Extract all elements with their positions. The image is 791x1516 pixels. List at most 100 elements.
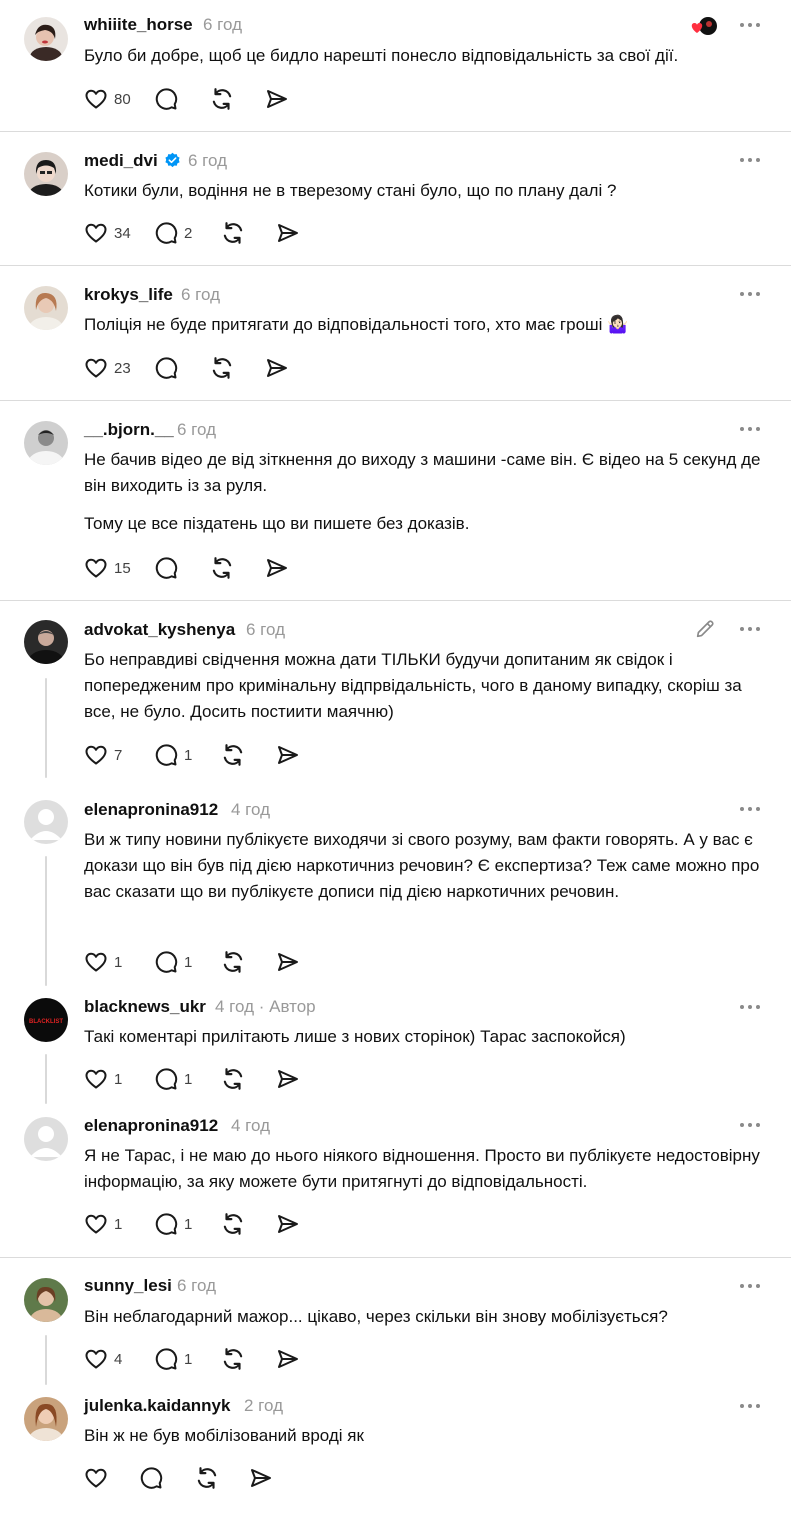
timestamp[interactable]: 6 год xyxy=(203,15,242,35)
avatar[interactable] xyxy=(24,800,68,844)
more-options-icon[interactable] xyxy=(738,1282,762,1290)
heart-icon xyxy=(85,745,107,765)
username[interactable]: blacknews_ukr xyxy=(84,997,206,1017)
share-button[interactable] xyxy=(276,1067,300,1091)
reply-button[interactable]: 1 xyxy=(154,1067,220,1091)
repost-button[interactable] xyxy=(220,1066,276,1092)
repost-button[interactable] xyxy=(220,742,276,768)
more-options-icon[interactable] xyxy=(738,1003,762,1011)
reply-button[interactable]: 2 xyxy=(154,221,220,245)
reply-button[interactable] xyxy=(154,87,209,111)
avatar[interactable] xyxy=(24,1397,68,1441)
more-options-icon[interactable] xyxy=(738,1121,762,1129)
timestamp[interactable]: 4 год xyxy=(231,1116,270,1136)
like-button[interactable]: 1 xyxy=(84,1212,154,1236)
repost-button[interactable] xyxy=(209,86,265,112)
send-icon xyxy=(278,1350,298,1368)
timestamp[interactable]: 6 год xyxy=(188,151,227,171)
avatar[interactable] xyxy=(24,620,68,664)
username[interactable]: elenapronina912 xyxy=(84,800,218,820)
share-button[interactable] xyxy=(276,743,300,767)
avatar[interactable] xyxy=(24,421,68,465)
timestamp[interactable]: 4 год xyxy=(231,800,270,820)
username[interactable]: advokat_kyshenya xyxy=(84,620,235,640)
action-bar: 7 1 xyxy=(84,741,300,769)
heart-icon xyxy=(85,223,107,243)
avatar[interactable] xyxy=(24,1117,68,1161)
like-button[interactable]: 1 xyxy=(84,1067,154,1091)
avatar[interactable] xyxy=(24,1278,68,1322)
username[interactable]: whiiite_horse xyxy=(84,15,193,35)
avatar[interactable] xyxy=(24,152,68,196)
repost-button[interactable] xyxy=(220,1346,276,1372)
repost-button[interactable] xyxy=(220,1211,276,1237)
comment-item: BLACKLIST blacknews_ukr 4 год · Автор Та… xyxy=(0,986,791,1104)
like-button[interactable] xyxy=(84,1466,139,1490)
share-button[interactable] xyxy=(265,556,289,580)
action-bar: 1 1 xyxy=(84,1210,300,1238)
share-button[interactable] xyxy=(276,1347,300,1371)
more-options-icon[interactable] xyxy=(738,425,762,433)
more-options-icon[interactable] xyxy=(738,805,762,813)
repost-button[interactable] xyxy=(220,949,276,975)
like-button[interactable]: 23 xyxy=(84,356,154,380)
repost-icon xyxy=(223,1213,243,1235)
action-bar: 1 1 xyxy=(84,1065,300,1093)
username[interactable]: julenka.kaidannyk xyxy=(84,1396,230,1416)
more-options-icon[interactable] xyxy=(738,290,762,298)
reply-button[interactable]: 1 xyxy=(154,950,220,974)
reply-button[interactable]: 1 xyxy=(154,1347,220,1371)
share-button[interactable] xyxy=(265,356,289,380)
like-button[interactable]: 7 xyxy=(84,743,154,767)
timestamp[interactable]: 6 год xyxy=(246,620,285,640)
repost-icon xyxy=(212,557,232,579)
timestamp[interactable]: 2 год xyxy=(244,1396,283,1416)
reply-button[interactable] xyxy=(154,356,209,380)
like-button[interactable]: 15 xyxy=(84,556,154,580)
reply-button[interactable] xyxy=(154,556,209,580)
username[interactable]: sunny_lesi xyxy=(84,1276,172,1296)
comment-text: Котики були, водіння не в тверезому стан… xyxy=(84,181,617,200)
reply-button[interactable]: 1 xyxy=(154,743,220,767)
reaction-avatars xyxy=(688,15,720,39)
avatar[interactable]: BLACKLIST xyxy=(24,998,68,1042)
repost-button[interactable] xyxy=(220,220,276,246)
share-button[interactable] xyxy=(249,1466,273,1490)
more-options-icon[interactable] xyxy=(738,625,762,633)
repost-icon xyxy=(197,1467,217,1489)
repost-button[interactable] xyxy=(194,1465,249,1491)
repost-button[interactable] xyxy=(209,555,265,581)
edit-icon[interactable] xyxy=(694,618,716,640)
timestamp[interactable]: 6 год xyxy=(181,285,220,305)
username[interactable]: medi_dvi xyxy=(84,151,158,171)
reply-count: 1 xyxy=(184,953,193,971)
like-button[interactable]: 34 xyxy=(84,221,154,245)
reply-button[interactable]: 1 xyxy=(154,1212,220,1236)
timestamp[interactable]: 4 год · Автор xyxy=(215,997,316,1017)
send-icon xyxy=(267,559,287,577)
timestamp[interactable]: 6 год xyxy=(177,1276,216,1296)
avatar[interactable] xyxy=(24,286,68,330)
like-button[interactable]: 4 xyxy=(84,1347,154,1371)
reply-button[interactable] xyxy=(139,1466,194,1490)
like-button[interactable]: 1 xyxy=(84,950,154,974)
reply-count: 1 xyxy=(184,1215,193,1233)
send-icon xyxy=(251,1469,271,1487)
more-options-icon[interactable] xyxy=(738,1402,762,1410)
username[interactable]: __.bjorn.__ xyxy=(84,420,174,440)
avatar[interactable] xyxy=(24,17,68,61)
timestamp[interactable]: 6 год xyxy=(177,420,216,440)
username[interactable]: krokys_life xyxy=(84,285,173,305)
share-button[interactable] xyxy=(276,221,300,245)
repost-button[interactable] xyxy=(209,355,265,381)
comment-icon xyxy=(155,744,178,766)
heart-icon xyxy=(85,1069,107,1089)
username[interactable]: elenapronina912 xyxy=(84,1116,218,1136)
more-options-icon[interactable] xyxy=(738,156,762,164)
action-bar: 15 xyxy=(84,554,289,582)
share-button[interactable] xyxy=(276,950,300,974)
more-options-icon[interactable] xyxy=(738,21,762,29)
like-button[interactable]: 80 xyxy=(84,87,154,111)
share-button[interactable] xyxy=(276,1212,300,1236)
share-button[interactable] xyxy=(265,87,289,111)
